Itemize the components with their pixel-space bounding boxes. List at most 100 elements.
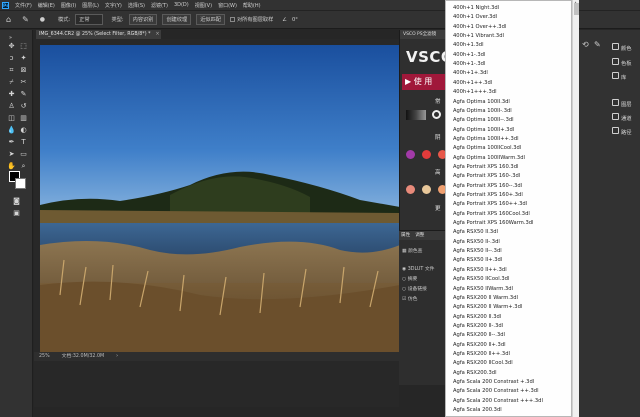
tab-adjustments[interactable]: 调整 <box>415 231 424 240</box>
lut-list-item[interactable]: Agfa Portrait XPS 160++.3dl <box>453 200 527 209</box>
sample-all-layers-option[interactable]: 对所有图层取样 <box>229 16 273 23</box>
tab-properties[interactable]: 属性 <box>401 231 410 240</box>
lut-list-item[interactable]: Agfa RSX200.3dl <box>453 369 497 378</box>
lut-list-item[interactable]: Agfa Optima 100II-.3dl <box>453 107 512 116</box>
gradient-icon[interactable]: ▥ <box>18 113 29 123</box>
lut-list-item[interactable]: 400h+1-.3dl <box>453 60 485 69</box>
menu-select[interactable]: 选择(S) <box>128 2 145 9</box>
lut-list-item[interactable]: Agfa Optima 100IICool.3dl <box>453 144 521 153</box>
lut-list-item[interactable]: Agfa Portrait XPS 160.3dl <box>453 163 518 172</box>
menu-filter[interactable]: 滤镜(T) <box>151 2 168 9</box>
abstract-option[interactable]: ○ 摘要 <box>402 275 417 282</box>
lut-list-item[interactable]: Agfa Optima 100II++.3dl <box>453 135 519 144</box>
lut-list-item[interactable]: Agfa RSX50 II+.3dl <box>453 256 502 265</box>
grayscale-swatch[interactable] <box>406 110 426 120</box>
libraries-panel-icon[interactable] <box>612 72 619 79</box>
lut-list-item[interactable]: Agfa RSX50 II.3dl <box>453 228 498 237</box>
lut-list-item[interactable]: Agfa RSX200 II.3dl <box>453 313 501 322</box>
device-link-option[interactable]: ○ 设备链接 <box>402 285 427 292</box>
lut-list-item[interactable]: Agfa Scala 200.3dl <box>453 406 502 415</box>
lut-list-item[interactable]: Agfa Portrait XPS 160-.3dl <box>453 172 520 181</box>
lut-list-item[interactable]: 400h+1+.3dl <box>453 69 488 78</box>
proximity-match-button[interactable]: 近似匹配 <box>196 14 225 25</box>
screen-mode-icon[interactable]: ▣ <box>11 208 22 218</box>
lut-list-item[interactable]: 400h+1 Over++.3dl <box>453 23 506 32</box>
menu-layer[interactable]: 图层(L) <box>82 2 99 9</box>
lut-list-item[interactable]: Agfa Optima 100II.3dl <box>453 98 510 107</box>
lut-list-item[interactable]: 400h+1+++.3dl <box>453 88 497 97</box>
dodge-tool-icon[interactable]: ◐ <box>18 125 29 135</box>
shape-tool-icon[interactable]: ▭ <box>18 149 29 159</box>
lut-list-item[interactable]: 400h+1.3dl <box>453 41 484 50</box>
lut-list-item[interactable]: Agfa RSX50 II--.3dl <box>453 247 502 256</box>
menu-edit[interactable]: 编辑(E) <box>38 2 55 9</box>
lut-list-item[interactable]: Agfa Portrait XPS 160+.3dl <box>453 191 523 200</box>
dock-item-channels[interactable]: 通道 <box>621 114 632 122</box>
dock-item-layers[interactable]: 图层 <box>621 100 632 108</box>
home-icon[interactable]: ⌂ <box>6 15 11 24</box>
brush-settings-icon[interactable]: ✎ <box>594 40 601 49</box>
lut-list-item[interactable]: Agfa RSX200 II--.3dl <box>453 331 505 340</box>
crop-tool-icon[interactable]: ⌗ <box>6 65 17 75</box>
lut-list-item[interactable]: Agfa RSX200 II-.3dl <box>453 322 503 331</box>
scrollbar-thumb[interactable] <box>574 3 579 15</box>
frame-tool-icon[interactable]: ⊠ <box>18 65 29 75</box>
channels-panel-icon[interactable] <box>612 113 619 120</box>
eyedropper-icon[interactable]: ⌿ <box>6 77 17 87</box>
ruler-icon[interactable]: ✂ <box>18 77 29 87</box>
lut-list-item[interactable]: Agfa Scala 200 Constrast +.3dl <box>453 378 534 387</box>
document-info[interactable]: 文档:32.0M/32.0M <box>62 352 104 361</box>
path-select-icon[interactable]: ➤ <box>6 149 17 159</box>
quick-mask-icon[interactable]: ◙ <box>11 196 22 206</box>
eraser-icon[interactable]: ◫ <box>6 113 17 123</box>
color-swatch-purple[interactable] <box>406 150 415 159</box>
lut-list-item[interactable]: Agfa RSX50 II++.3dl <box>453 266 507 275</box>
status-arrow-icon[interactable]: › <box>116 352 118 361</box>
brush-size-icon[interactable]: ● <box>40 16 45 23</box>
lut-list-item[interactable]: Agfa Scala 200 Constrast ++.3dl <box>453 387 539 396</box>
lut-list-item[interactable]: Agfa RSX200 IICool.3dl <box>453 359 513 368</box>
dock-item-paths[interactable]: 路径 <box>621 128 632 136</box>
paths-panel-icon[interactable] <box>612 127 619 134</box>
type-tool-icon[interactable]: T <box>18 137 29 147</box>
lut-list-item[interactable]: 400h+1++.3dl <box>453 79 492 88</box>
lut-list-item[interactable]: Agfa Portrait XPS 160Warm.3dl <box>453 219 534 228</box>
clone-stamp-icon[interactable]: ♙ <box>6 101 17 111</box>
marquee-tool-icon[interactable]: ⬚ <box>18 41 29 51</box>
hand-tool-icon[interactable]: ✋ <box>6 161 17 171</box>
lut-list-item[interactable]: 400h+1 Over.3dl <box>453 13 497 22</box>
color-swatch-salmon[interactable] <box>406 185 415 194</box>
close-tab-icon[interactable]: × <box>156 32 160 37</box>
lut-list-item[interactable]: Agfa Portrait XPS 160Cool.3dl <box>453 210 530 219</box>
layers-panel-icon[interactable] <box>612 99 619 106</box>
color-swatch-cream[interactable] <box>422 185 431 194</box>
lut-list-item[interactable]: Agfa RSX200 II Warm.3dl <box>453 294 518 303</box>
menu-file[interactable]: 文件(F) <box>15 2 32 9</box>
lut-list-item[interactable]: Agfa Optima 100II--.3dl <box>453 116 514 125</box>
create-texture-button[interactable]: 创建纹理 <box>162 14 192 25</box>
radio-icon[interactable] <box>432 110 441 119</box>
lut-file-dropdown-list[interactable]: 400h+1 Night.3dl 400h+1 Over.3dl 400h+1 Ov… <box>445 0 572 417</box>
swatches-panel-icon[interactable] <box>612 58 619 65</box>
document-canvas-image[interactable] <box>40 45 400 352</box>
blur-tool-icon[interactable]: 💧 <box>6 125 17 135</box>
dropdown-scrollbar[interactable]: ▲ <box>572 0 579 417</box>
zoom-level[interactable]: 25% <box>39 352 50 361</box>
background-color-swatch[interactable] <box>15 178 26 189</box>
dither-option[interactable]: ☑ 仿色 <box>402 295 417 302</box>
lut-list-item[interactable]: Agfa RSX200 II Warm+.3dl <box>453 303 522 312</box>
dock-item-swatches[interactable]: 色板 <box>621 59 632 67</box>
menu-view[interactable]: 视图(V) <box>195 2 212 9</box>
menu-3d[interactable]: 3D(D) <box>174 2 189 8</box>
content-aware-button[interactable]: 内容识别 <box>128 14 158 25</box>
lut-list-item[interactable]: Agfa RSX200 II+.3dl <box>453 341 506 350</box>
lut-list-item[interactable]: 400h+1 Night.3dl <box>453 4 499 13</box>
lut-file-option[interactable]: ◉ 3DLUT 文件 <box>402 265 434 272</box>
move-tool-icon[interactable]: ✥ <box>6 41 17 51</box>
menu-image[interactable]: 图像(I) <box>61 2 76 9</box>
document-tab[interactable]: IMG_6344.CR2 @ 25% (Select Filter, RGB/8… <box>36 30 161 39</box>
brush-tool-icon[interactable]: ✎ <box>18 89 29 99</box>
dock-item-libraries[interactable]: 库 <box>621 73 626 81</box>
history-icon[interactable]: ⟲ <box>582 40 589 49</box>
lasso-tool-icon[interactable]: ↄ <box>6 53 17 63</box>
